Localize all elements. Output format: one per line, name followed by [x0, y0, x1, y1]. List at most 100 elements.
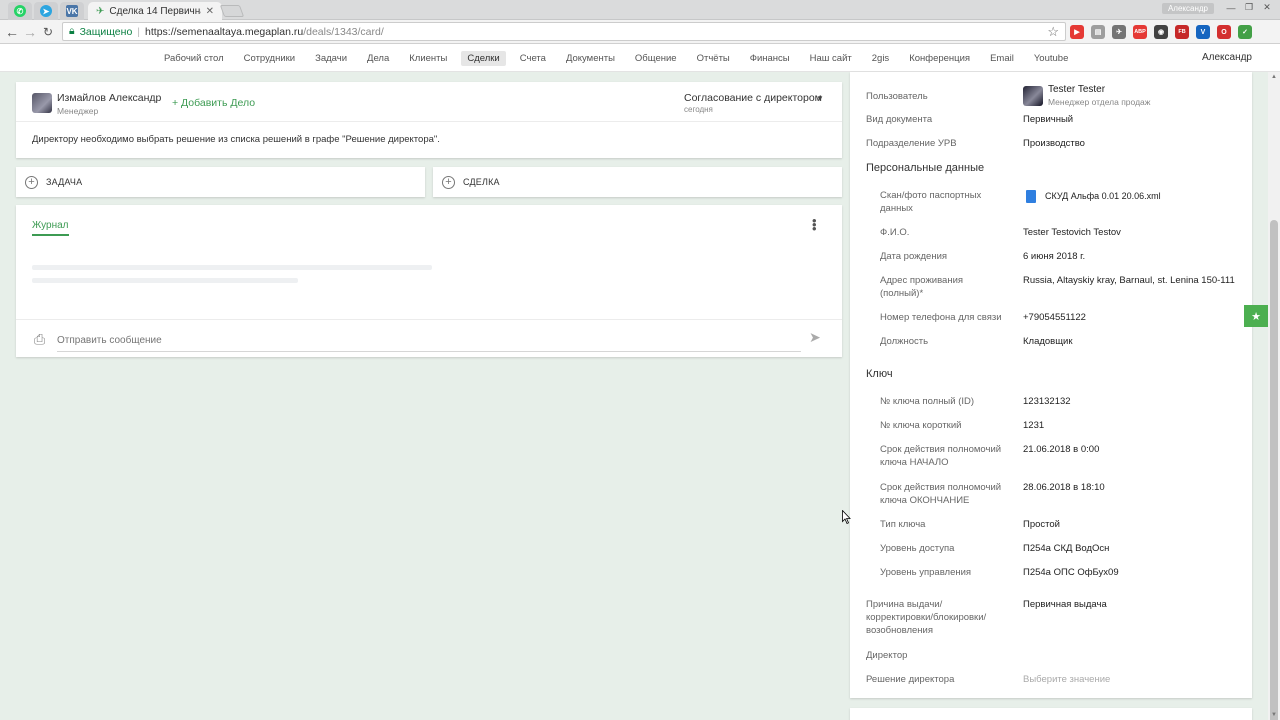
megaplan-favicon-icon: ✈ [96, 6, 105, 17]
add-deal-link[interactable]: + Добавить Дело [172, 97, 255, 109]
stage-dropdown[interactable]: Согласование с директором [684, 92, 822, 104]
new-tab-button[interactable] [219, 5, 245, 17]
field-value-reason[interactable]: Первичная выдача [1023, 598, 1107, 611]
nav-item[interactable]: Счета [514, 51, 552, 66]
pinned-tab-whatsapp[interactable]: ✆ [8, 2, 32, 20]
field-label-key-start: Срок действия полномочий ключа НАЧАЛО [880, 444, 1002, 468]
field-value-position[interactable]: Кладовщик [1023, 335, 1073, 348]
browser-toolbar: ← → ↻ 🔒︎ Защищено | https://semenaaltaya… [0, 20, 1280, 44]
tab-journal[interactable]: Журнал [32, 220, 69, 236]
message-input[interactable] [57, 330, 801, 352]
more-vertical-icon[interactable]: • • • [812, 214, 817, 235]
check-ext-icon[interactable]: ✓ [1238, 25, 1252, 39]
field-label-user: Пользователь [866, 91, 928, 102]
nav-item[interactable]: Конференция [903, 51, 976, 66]
restore-icon[interactable]: ❐ [1242, 2, 1256, 13]
add-task-button[interactable]: + ЗАДАЧА [16, 167, 425, 197]
bookmark-star-icon[interactable]: ☆ [1047, 24, 1059, 40]
field-value-birth[interactable]: 6 июня 2018 г. [1023, 250, 1085, 263]
nav-item[interactable]: 2gis [866, 51, 895, 66]
nav-item[interactable]: Наш сайт [804, 51, 858, 66]
add-deal-button[interactable]: + СДЕЛКА [433, 167, 842, 197]
abp-ext-icon[interactable]: ABP [1133, 25, 1147, 39]
field-label-phone: Номер телефона для связи [880, 312, 1002, 323]
favorite-star-icon[interactable]: ★ [1244, 305, 1268, 327]
field-label-position: Должность [880, 336, 929, 347]
vpn-ext-icon[interactable]: V [1196, 25, 1210, 39]
caret-down-icon[interactable]: ▼ [816, 94, 824, 103]
field-value-key-full[interactable]: 123132132 [1023, 395, 1071, 408]
current-user[interactable]: Александр [1202, 52, 1252, 63]
address-bar[interactable]: 🔒︎ Защищено | https://semenaaltaya.megap… [62, 22, 1066, 41]
section-personal-data: Персональные данные [866, 162, 985, 174]
scroll-down-icon[interactable]: ▼ [1268, 710, 1280, 720]
field-value-division[interactable]: Производство [1023, 137, 1085, 150]
forward-icon[interactable]: → [22, 24, 38, 40]
nav-item[interactable]: Документы [560, 51, 621, 66]
close-tab-icon[interactable]: ✕ [206, 6, 214, 17]
field-label-fio: Ф.И.О. [880, 227, 910, 238]
field-label-reason: Причина выдачи/ корректировки/блокировки… [866, 599, 987, 636]
pin-ext-icon[interactable]: ✈ [1112, 25, 1126, 39]
send-icon[interactable]: ➤ [809, 329, 821, 346]
flash-ext-icon[interactable]: FB [1175, 25, 1189, 39]
close-window-icon[interactable]: ✕ [1260, 2, 1274, 13]
minimize-icon[interactable]: — [1224, 2, 1238, 13]
field-label-doc-type: Вид документа [866, 114, 933, 125]
nav-item[interactable]: Клиенты [403, 51, 453, 66]
field-value-address[interactable]: Russia, Altayskiy kray, Barnaul, st. Len… [1023, 274, 1243, 287]
paperclip-icon[interactable]: ⎙ [34, 331, 45, 348]
field-label-director: Директор [866, 650, 908, 661]
nav-item[interactable]: Сотрудники [238, 51, 301, 66]
active-browser-tab[interactable]: ✈ Сделка 14 Первичная вы... ✕ [88, 2, 222, 21]
field-value-phone[interactable]: +79054551122 [1023, 311, 1086, 324]
deal-instruction: Директору необходимо выбрать решение из … [32, 134, 440, 145]
field-value-key-start[interactable]: 21.06.2018 в 0:00 [1023, 443, 1099, 456]
field-value-fio[interactable]: Tester Testovich Testov [1023, 226, 1121, 239]
nav-item[interactable]: Общение [629, 51, 683, 66]
manager-name[interactable]: Измайлов Александр [57, 92, 161, 104]
plus-circle-icon: + [25, 175, 38, 189]
reload-icon[interactable]: ↻ [40, 24, 56, 40]
field-value-control[interactable]: П254а ОПС ОфБух09 [1023, 566, 1119, 579]
pinned-tab-telegram[interactable]: ➤ [34, 2, 58, 20]
field-value-access[interactable]: П254а СКД ВодОсн [1023, 542, 1109, 555]
deal-card: Измайлов Александр Менеджер + Добавить Д… [16, 82, 842, 158]
reader-ext-icon[interactable]: ▤ [1091, 25, 1105, 39]
hat-ext-icon[interactable]: ◉ [1154, 25, 1168, 39]
nav-item[interactable]: Дела [361, 51, 395, 66]
field-value-key-end[interactable]: 28.06.2018 в 18:10 [1023, 481, 1105, 494]
field-value-doc-type[interactable]: Первичный [1023, 113, 1073, 126]
director-decision-select[interactable]: Выберите значение [1023, 673, 1110, 686]
page-scrollbar[interactable]: ▲ ▼ [1268, 72, 1280, 720]
passport-file-link[interactable]: СКУД Альфа 0.01 20.06.xml [1045, 190, 1161, 203]
lock-icon: 🔒︎ [69, 25, 75, 37]
back-icon[interactable]: ← [4, 24, 20, 40]
field-label-key-full: № ключа полный (ID) [880, 396, 975, 407]
deal-header: Измайлов Александр Менеджер + Добавить Д… [16, 82, 842, 122]
nav-item[interactable]: Email [984, 51, 1020, 66]
main-nav: Рабочий стол Сотрудники Задачи Дела Клиенты С… [158, 51, 1082, 66]
youtube-ext-icon[interactable]: ▶ [1070, 25, 1084, 39]
mouse-cursor-icon [842, 510, 851, 524]
nav-item[interactable]: Youtube [1028, 51, 1075, 66]
scroll-up-icon[interactable]: ▲ [1268, 72, 1280, 82]
field-label-passport-scan: Скан/фото паспортных данных [880, 190, 982, 214]
extensions-bar: ▶ ▤ ✈ ABP ◉ FB V O ✓ [1070, 25, 1252, 39]
field-label-key-end: Срок действия полномочий ключа ОКОНЧАНИЕ [880, 482, 1002, 506]
scroll-thumb[interactable] [1270, 220, 1278, 720]
nav-item[interactable]: Сделки [461, 51, 506, 66]
field-value-key-short[interactable]: 1231 [1023, 419, 1044, 432]
user-name[interactable]: Tester Tester [1048, 84, 1105, 95]
nav-item[interactable]: Отчёты [691, 51, 736, 66]
user-avatar[interactable] [1023, 86, 1043, 106]
manager-avatar[interactable] [32, 93, 52, 113]
nav-item[interactable]: Финансы [744, 51, 796, 66]
profile-chip[interactable]: Александр [1161, 3, 1214, 14]
opera-ext-icon[interactable]: O [1217, 25, 1231, 39]
pinned-tab-vk[interactable]: VK [60, 2, 84, 20]
nav-item[interactable]: Задачи [309, 51, 353, 66]
url-host: https://semenaaltaya.megaplan.ru [145, 25, 304, 38]
nav-item[interactable]: Рабочий стол [158, 51, 230, 66]
field-value-key-type[interactable]: Простой [1023, 518, 1060, 531]
